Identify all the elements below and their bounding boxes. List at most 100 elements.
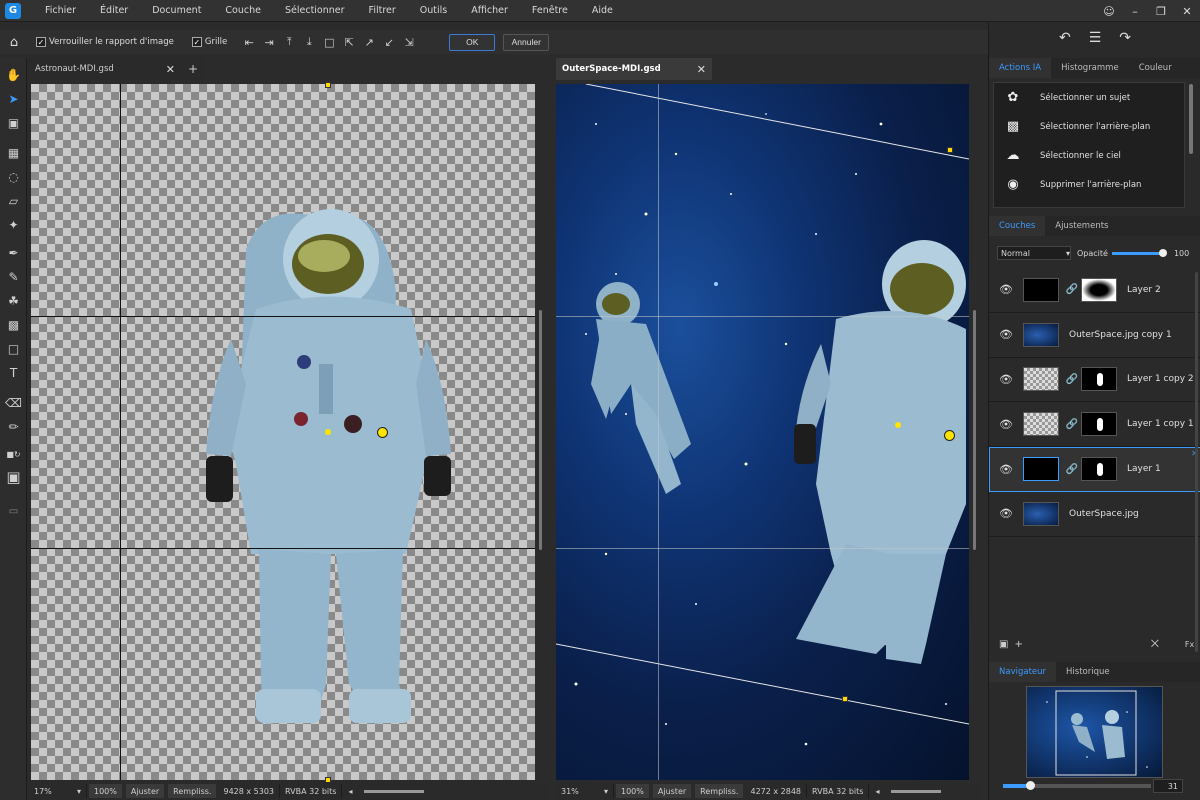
crop-tool-icon[interactable]: ▦ <box>0 146 27 160</box>
menu-filtrer[interactable]: Filtrer <box>357 5 408 16</box>
transform-handle[interactable] <box>947 147 953 153</box>
eye-icon[interactable]: 👁 <box>989 283 1023 296</box>
fill-button[interactable]: Rempliss. <box>695 784 744 798</box>
redo-icon[interactable]: ↷ <box>1119 30 1131 46</box>
tab-navigateur[interactable]: Navigateur <box>989 662 1057 682</box>
hand-tool-icon[interactable]: ✋ <box>0 68 27 82</box>
panel-scrollbar[interactable] <box>1189 84 1193 154</box>
new-tab-icon[interactable]: + <box>182 58 204 80</box>
link-icon[interactable]: 🔗 <box>1063 464 1081 475</box>
scroll-left-icon[interactable]: ◂ <box>348 787 352 796</box>
cancel-button[interactable]: Annuler <box>503 33 550 51</box>
tab-histogramme[interactable]: Histogramme <box>1051 58 1129 78</box>
menu-aide[interactable]: Aide <box>580 5 625 16</box>
vertical-scrollbar[interactable] <box>973 310 976 550</box>
transform-handle[interactable] <box>842 696 848 702</box>
transform-center-handle[interactable] <box>325 429 331 435</box>
eye-icon[interactable]: 👁 <box>989 418 1023 431</box>
opacity-slider[interactable] <box>1111 248 1167 257</box>
align-top-icon[interactable]: ⤒ <box>279 35 299 49</box>
eye-icon[interactable]: 👁 <box>989 507 1023 520</box>
navigator-preview[interactable] <box>1026 686 1163 778</box>
menu-document[interactable]: Document <box>140 5 213 16</box>
blend-mode-select[interactable]: Normal ▾ <box>997 246 1071 260</box>
magic-wand-icon[interactable]: ✦ <box>0 218 27 232</box>
close-tab-icon[interactable]: ✕ <box>166 63 175 76</box>
ai-action-select-sky[interactable]: ☁ Sélectionner le ciel <box>994 141 1184 170</box>
color-swatch-icon[interactable]: ▣ <box>0 468 27 486</box>
link-icon[interactable]: 🔗 <box>1063 374 1081 385</box>
tab-ajustements[interactable]: Ajustements <box>1045 216 1118 236</box>
vertical-scrollbar[interactable] <box>539 310 542 550</box>
bucket-icon[interactable]: ☘ <box>0 294 27 308</box>
zoom-select[interactable]: 31% ▾ <box>556 784 614 798</box>
fx-icon[interactable]: Fx <box>1185 640 1194 649</box>
eye-icon[interactable]: 👁 <box>989 463 1023 476</box>
undo-icon[interactable]: ↶ <box>1059 30 1071 46</box>
link-icon[interactable]: 🔗 <box>1063 284 1081 295</box>
menu-fichier[interactable]: Fichier <box>33 5 88 16</box>
layers-scrollbar[interactable] <box>1195 272 1198 652</box>
eye-icon[interactable]: 👁 <box>989 373 1023 386</box>
layer-row[interactable]: 👁 🔗 Layer 1 copy 2 <box>989 358 1200 403</box>
tab-couleur[interactable]: Couleur <box>1129 58 1182 78</box>
tab-couches[interactable]: Couches <box>989 216 1046 236</box>
rotate-handle[interactable] <box>377 427 388 438</box>
tab-astronaut-doc[interactable]: Astronaut-MDI.gsd ✕ <box>29 58 181 80</box>
layer-row-selected[interactable]: 👁 🔗 Layer 1 ✕ <box>989 447 1200 492</box>
zoom-select[interactable]: 17% ▾ <box>29 784 87 798</box>
ok-button[interactable]: OK <box>449 33 496 51</box>
navigator-zoom-slider[interactable] <box>1003 781 1151 790</box>
rectangle-icon[interactable]: □ <box>0 342 27 356</box>
fill-button[interactable]: Rempliss. <box>168 784 217 798</box>
ai-action-remove-background[interactable]: ◉ Supprimer l'arrière-plan <box>994 170 1184 199</box>
square-icon[interactable]: □ <box>319 36 339 49</box>
gradient-icon[interactable]: ▩ <box>0 318 27 332</box>
eyedropper-icon[interactable]: ✒ <box>0 246 27 260</box>
ai-action-select-subject[interactable]: ✿ Sélectionner un sujet <box>994 83 1184 112</box>
fit-button[interactable]: Ajuster <box>125 784 165 798</box>
close-icon[interactable]: ✕ <box>1174 5 1200 18</box>
add-layer-icon[interactable]: + <box>1014 639 1022 650</box>
move-tool-icon[interactable]: ➤ <box>0 92 27 106</box>
canvas-outerspace[interactable] <box>556 84 969 780</box>
text-tool-icon[interactable]: T <box>0 366 27 380</box>
ellipse-select-icon[interactable]: ◌ <box>0 170 27 184</box>
canvas-astronaut[interactable] <box>31 84 535 780</box>
link-icon[interactable]: 🔗 <box>1063 419 1081 430</box>
close-tab-icon[interactable]: ✕ <box>697 63 706 76</box>
layer-row[interactable]: 👁 OuterSpace.jpg <box>989 492 1200 537</box>
tab-outerspace-doc[interactable]: OuterSpace-MDI.gsd ✕ <box>556 58 712 80</box>
home-icon[interactable]: ⌂ <box>0 35 28 50</box>
scroll-left-icon[interactable]: ◂ <box>875 787 879 796</box>
menu-afficher[interactable]: Afficher <box>459 5 520 16</box>
menu-fenetre[interactable]: Fenêtre <box>520 5 580 16</box>
minimize-icon[interactable]: – <box>1122 5 1148 18</box>
align-right-icon[interactable]: ⇥ <box>259 36 279 49</box>
swap-colors-icon[interactable]: ■↻ <box>0 450 27 459</box>
menu-editer[interactable]: Éditer <box>88 5 140 16</box>
zoom-100-button[interactable]: 100% <box>616 784 649 798</box>
menu-icon[interactable]: ☰ <box>1089 30 1102 46</box>
menu-selectionner[interactable]: Sélectionner <box>273 5 357 16</box>
horizontal-scrollbar[interactable] <box>891 789 942 793</box>
account-icon[interactable]: ☺ <box>1096 5 1122 18</box>
grid-checkbox[interactable]: ✓ Grille <box>191 37 227 47</box>
horizontal-scrollbar[interactable] <box>364 789 425 793</box>
quick-mask-icon[interactable]: ▭ <box>0 506 27 517</box>
corner-top-right-icon[interactable]: ↗ <box>359 36 379 49</box>
eye-icon[interactable]: 👁 <box>989 328 1023 341</box>
align-bottom-icon[interactable]: ⤓ <box>299 35 319 49</box>
align-left-icon[interactable]: ⇤ <box>239 36 259 49</box>
zoom-100-button[interactable]: 100% <box>89 784 122 798</box>
ai-action-select-background[interactable]: ▩ Sélectionner l'arrière-plan <box>994 112 1184 141</box>
rotate-handle[interactable] <box>944 430 955 441</box>
layer-row[interactable]: 👁 OuterSpace.jpg copy 1 <box>989 313 1200 358</box>
app-logo[interactable]: G <box>5 2 21 19</box>
navigator-zoom-value[interactable]: 31 <box>1153 779 1183 793</box>
lasso-icon[interactable]: ▱ <box>0 194 27 208</box>
brush-icon[interactable]: ✎ <box>0 270 27 284</box>
layer-row[interactable]: 👁 🔗 Layer 2 <box>989 268 1200 313</box>
corner-bottom-left-icon[interactable]: ↙ <box>379 36 399 49</box>
transform-center-handle[interactable] <box>895 422 901 428</box>
